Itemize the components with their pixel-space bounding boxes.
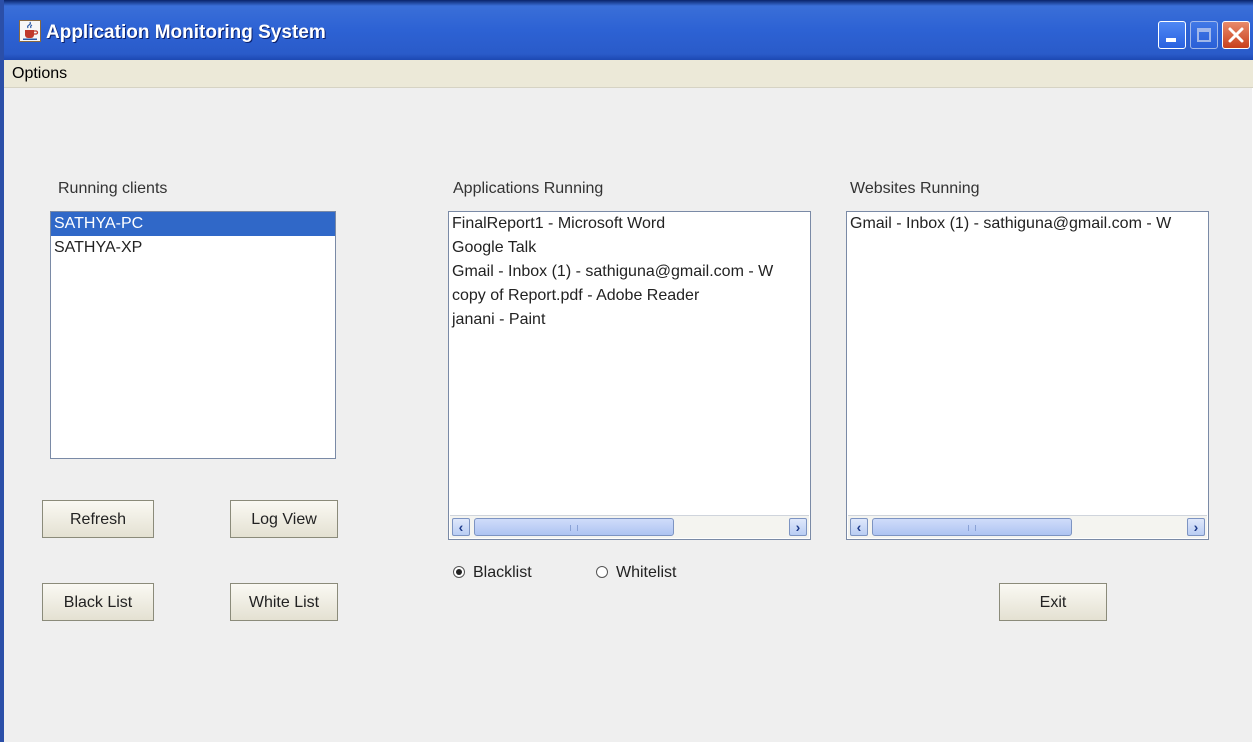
websites-label: Websites Running [850,180,980,197]
list-item[interactable]: Google Talk [449,236,810,260]
log-view-button[interactable]: Log View [230,500,338,538]
grip-icon [570,525,578,531]
radio-unselected-icon [596,565,608,578]
whitelist-radio[interactable]: Whitelist [596,563,676,583]
websites-hscrollbar[interactable]: ‹ › [848,515,1207,538]
scroll-thumb[interactable] [474,518,674,536]
websites-list[interactable]: Gmail - Inbox (1) - sathiguna@gmail.com … [846,211,1209,540]
applications-label: Applications Running [453,180,604,197]
chevron-right-icon: › [795,519,801,535]
blacklist-radio-label: Blacklist [473,564,532,581]
grip-icon [968,525,976,531]
whitelist-radio-label: Whitelist [616,564,677,581]
application-window: Application Monitoring System Options Ru… [0,0,1253,742]
radio-selected-icon [453,565,465,578]
list-item[interactable]: FinalReport1 - Microsoft Word [449,212,810,236]
menu-bar: Options [4,60,1253,88]
clients-label: Running clients [58,180,168,197]
list-item[interactable]: SATHYA-PC [51,212,335,236]
java-cup-icon [19,20,41,42]
scroll-left-button[interactable]: ‹ [850,518,868,536]
window-title: Application Monitoring System [46,22,326,43]
refresh-button[interactable]: Refresh [42,500,154,538]
maximize-button[interactable] [1190,21,1218,49]
list-item[interactable]: copy of Report.pdf - Adobe Reader [449,284,810,308]
list-item[interactable]: Gmail - Inbox (1) - sathiguna@gmail.com … [449,260,810,284]
applications-hscrollbar[interactable]: ‹ › [450,515,809,538]
scroll-right-button[interactable]: › [1187,518,1205,536]
scroll-thumb[interactable] [872,518,1072,536]
chevron-left-icon: ‹ [856,519,862,535]
applications-list[interactable]: FinalReport1 - Microsoft Word Google Tal… [448,211,811,540]
maximize-icon [1197,28,1211,42]
minimize-button[interactable] [1158,21,1186,49]
list-item[interactable]: Gmail - Inbox (1) - sathiguna@gmail.com … [847,212,1208,236]
chevron-right-icon: › [1193,519,1199,535]
scroll-right-button[interactable]: › [789,518,807,536]
close-icon [1228,27,1244,43]
minimize-icon [1166,38,1176,42]
blacklist-radio[interactable]: Blacklist [453,563,532,583]
chevron-left-icon: ‹ [458,519,464,535]
list-item[interactable]: janani - Paint [449,308,810,332]
exit-button[interactable]: Exit [999,583,1107,621]
white-list-button[interactable]: White List [230,583,338,621]
black-list-button[interactable]: Black List [42,583,154,621]
clients-list[interactable]: SATHYA-PC SATHYA-XP [50,211,336,459]
close-button[interactable] [1222,21,1250,49]
menu-options[interactable]: Options [12,63,67,85]
list-item[interactable]: SATHYA-XP [51,236,335,260]
title-bar[interactable]: Application Monitoring System [4,0,1253,60]
scroll-left-button[interactable]: ‹ [452,518,470,536]
